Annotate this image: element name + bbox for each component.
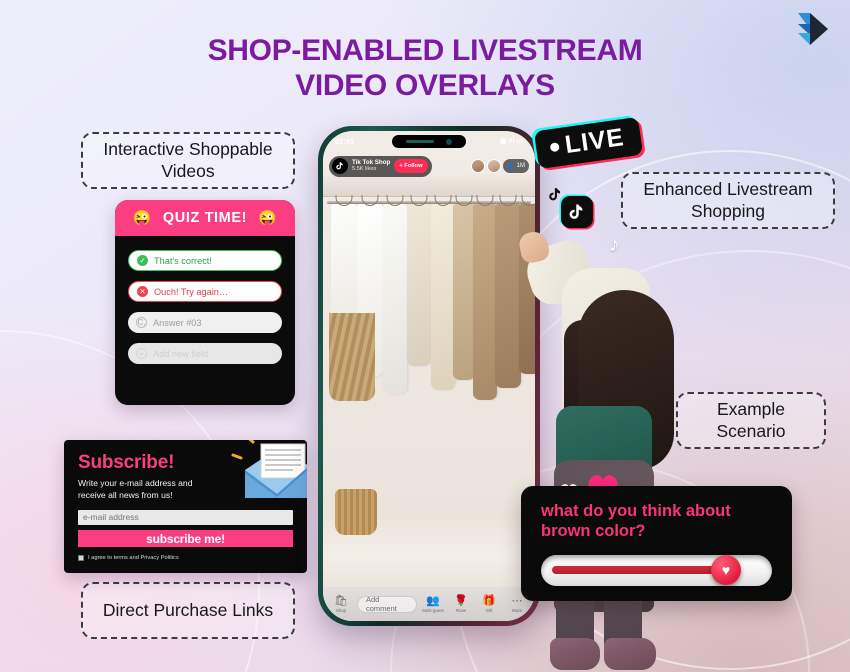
page-title-line-2: VIDEO OVERLAYS: [295, 68, 555, 102]
shop-bag-icon: 🛍: [334, 594, 348, 607]
comment-input[interactable]: Add comment: [357, 595, 417, 613]
callout-direct-purchase-links: Direct Purchase Links: [81, 582, 295, 639]
earpiece-speaker: [406, 140, 434, 143]
callout-interactive-shoppable-videos: Interactive Shoppable Videos: [81, 132, 295, 189]
viewer-count-badge[interactable]: 👤 1M: [503, 159, 529, 173]
livestream-header: Tik Tok Shop 5.5K likes + Follow 👤 1M: [329, 155, 529, 177]
envelope-icon: [231, 440, 307, 498]
bottom-action-rose[interactable]: 🌹 Rose: [449, 594, 473, 613]
quiz-option-wrong[interactable]: ✕ Ouch! Try again…: [128, 281, 282, 302]
live-bottom-bar: 🛍 Shop Add comment 👥 Multi-guest 🌹 Rose …: [323, 587, 535, 621]
terms-row: I agree to terms and Privacy Politics: [78, 554, 293, 561]
plus-icon: +: [136, 348, 147, 359]
page-title-line-1: SHOP-ENABLED LIVESTREAM: [207, 34, 643, 67]
live-badge-label: LIVE: [563, 123, 627, 160]
callout-label: Direct Purchase Links: [102, 599, 274, 620]
phone-notch: [392, 135, 466, 148]
bottom-action-shop[interactable]: 🛍 Shop: [329, 594, 353, 613]
bottom-action-label: More: [511, 607, 522, 613]
option-letter-icon: C.: [136, 317, 147, 328]
viewer-count: 1M: [516, 163, 525, 169]
poll-slider[interactable]: ♥: [541, 554, 772, 586]
bottom-action-multi-guest[interactable]: 👥 Multi-guest: [421, 594, 445, 613]
x-icon: ✕: [137, 286, 148, 297]
poll-overlay: what do you think about brown color? ♥: [521, 486, 792, 601]
poll-slider-track: [552, 566, 726, 575]
rose-icon: 🌹: [454, 594, 468, 607]
more-icon: ⋯: [511, 594, 523, 607]
shop-info: Tik Tok Shop 5.5K likes: [352, 158, 391, 173]
shop-likes: 5.5K likes: [352, 166, 377, 173]
emoji-tongue-left: 😜: [132, 209, 152, 227]
quiz-card: 😜 QUIZ TIME! 😜 ✓ That's correct! ✕ Ouch!…: [115, 200, 295, 405]
quiz-card-title: QUIZ TIME!: [162, 210, 248, 226]
poll-slider-handle[interactable]: ♥: [711, 555, 741, 586]
bottom-action-label: Gift: [485, 607, 493, 613]
callout-label: Interactive Shoppable Videos: [103, 139, 273, 181]
heart-icon: ♥: [721, 562, 731, 579]
gift-icon: 🎁: [482, 594, 496, 607]
closet-shelf: [323, 175, 535, 197]
emoji-tongue-right: 😜: [258, 209, 278, 227]
music-note-icon: ♪: [609, 233, 620, 256]
page-title: SHOP-ENABLED LIVESTREAM VIDEO OVERLAYS: [0, 34, 850, 104]
wicker-basket: [335, 489, 377, 535]
tiktok-logo-icon: [561, 196, 593, 228]
email-field[interactable]: [78, 509, 293, 525]
bottom-action-label: Multi-guest: [422, 607, 444, 613]
front-camera: [446, 138, 452, 145]
bottom-action-label: Shop: [335, 607, 347, 613]
multi-guest-icon: 👥: [426, 594, 440, 607]
check-icon: ✓: [137, 255, 148, 266]
quiz-card-header: 😜 QUIZ TIME! 😜: [115, 200, 295, 236]
quiz-option-answer-03[interactable]: C. Answer #03: [128, 312, 282, 333]
callout-label: Example Scenario: [716, 399, 786, 441]
shop-name: Tik Tok Shop: [352, 158, 391, 166]
terms-checkbox[interactable]: [78, 554, 84, 561]
avatar[interactable]: [487, 159, 502, 173]
live-badge: LIVE: [533, 116, 643, 170]
poll-question: what do you think about brown color?: [541, 502, 731, 540]
quiz-option-label: Add new field: [153, 348, 209, 359]
viewer-area: 👤 1M: [471, 159, 529, 173]
tiktok-logo-icon: [332, 158, 348, 174]
avatar[interactable]: [471, 159, 486, 173]
model-sock-right: [604, 638, 656, 670]
subscribe-button[interactable]: subscribe me!: [78, 530, 293, 548]
comment-placeholder: Add comment: [366, 595, 397, 613]
live-dot-icon: [549, 142, 560, 153]
bottom-action-gift[interactable]: 🎁 Gift: [477, 594, 501, 613]
quiz-option-label: That's correct!: [154, 255, 212, 266]
callout-example-scenario: Example Scenario: [676, 392, 826, 449]
status-indicators: ▣ ıll ▭: [500, 138, 523, 145]
quiz-option-label: Ouch! Try again…: [154, 286, 229, 297]
shop-profile-pill[interactable]: Tik Tok Shop 5.5K likes + Follow: [329, 155, 432, 177]
quiz-options-list: ✓ That's correct! ✕ Ouch! Try again… C. …: [115, 236, 295, 378]
model-sock-left: [550, 638, 600, 670]
terms-label: I agree to terms and Privacy Politics: [88, 554, 179, 561]
person-icon: 👤: [507, 163, 515, 170]
follow-button[interactable]: + Follow: [394, 159, 428, 173]
subscribe-body-text: Write your e-mail address and receive al…: [78, 478, 193, 501]
woven-tassels: [329, 313, 375, 401]
bottom-action-label: Rose: [455, 607, 467, 613]
quiz-option-add-new-field[interactable]: + Add new field: [128, 343, 282, 364]
status-time: 02:43: [335, 136, 355, 146]
quiz-option-correct[interactable]: ✓ That's correct!: [128, 250, 282, 271]
quiz-option-label: Answer #03: [153, 317, 202, 328]
subscribe-card: Subscribe! Write your e-mail address and…: [64, 440, 307, 573]
